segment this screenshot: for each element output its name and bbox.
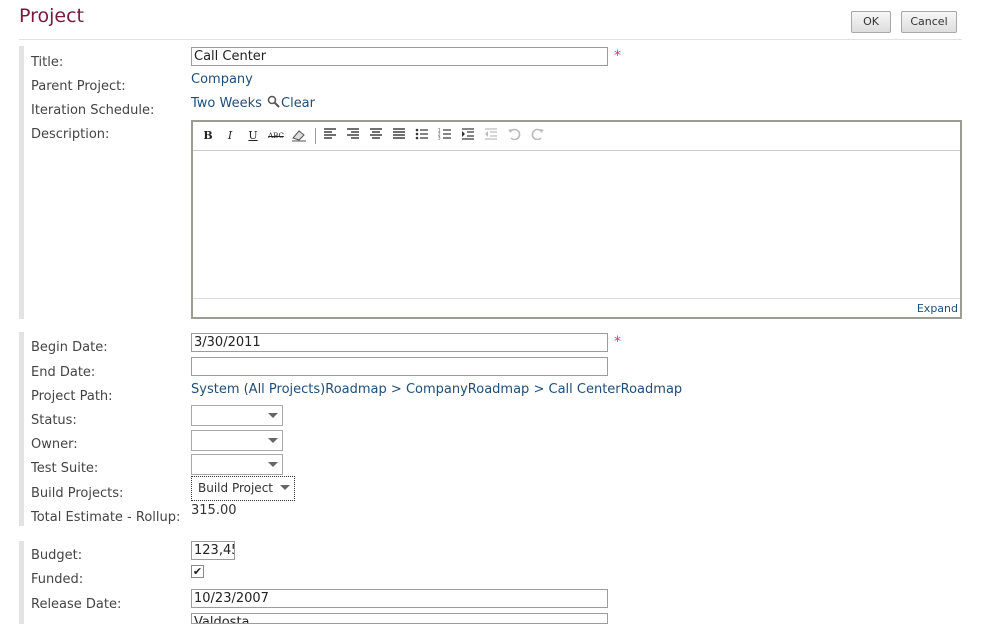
iteration-schedule-link[interactable]: Two Weeks — [191, 96, 262, 112]
end-date-input[interactable] — [191, 357, 608, 376]
underline-icon[interactable]: U — [244, 128, 262, 144]
parent-project-link[interactable]: Company — [191, 72, 253, 88]
budget-label: Budget: — [31, 548, 83, 563]
chevron-down-icon — [268, 438, 278, 443]
title-required-mark: * — [614, 48, 621, 64]
italic-icon[interactable]: I — [221, 128, 239, 144]
indent-icon[interactable] — [459, 128, 477, 144]
build-projects-label: Build Projects: — [31, 486, 124, 501]
numbered-list-icon[interactable]: 123 — [436, 128, 454, 144]
total-estimate-label: Total Estimate - Rollup: — [31, 510, 181, 525]
path-separator: > — [390, 382, 402, 397]
outdent-icon[interactable] — [482, 128, 500, 144]
align-right-icon[interactable] — [344, 128, 362, 144]
path-company-link[interactable]: CompanyRoadmap — [406, 382, 529, 397]
section-general-bar — [19, 46, 24, 319]
page-title: Project — [19, 5, 85, 27]
status-select[interactable] — [191, 405, 283, 426]
title-input[interactable]: Call Center — [191, 47, 608, 66]
search-icon[interactable] — [267, 95, 281, 109]
begin-date-input[interactable]: 3/30/2011 — [191, 333, 608, 352]
end-date-label: End Date: — [31, 365, 96, 380]
chevron-down-icon — [280, 485, 290, 490]
title-label: Title: — [31, 55, 64, 70]
description-editor[interactable]: B I U ABC 123 Expand — [191, 120, 962, 319]
path-system-link[interactable]: System (All Projects)Roadmap — [191, 382, 387, 397]
test-suite-select[interactable] — [191, 454, 283, 475]
chevron-down-icon — [268, 462, 278, 467]
chevron-down-icon — [268, 413, 278, 418]
bold-icon[interactable]: B — [199, 128, 217, 144]
funded-label: Funded: — [31, 572, 84, 587]
test-suite-label: Test Suite: — [31, 461, 99, 476]
project-path-breadcrumb: System (All Projects)Roadmap > CompanyRo… — [191, 382, 682, 398]
path-separator: > — [533, 382, 545, 397]
editor-toolbar: B I U ABC 123 — [193, 122, 960, 151]
location-input[interactable]: Valdosta — [191, 613, 608, 624]
ok-button[interactable]: OK — [851, 11, 891, 33]
begin-date-label: Begin Date: — [31, 340, 108, 355]
svg-text:3: 3 — [438, 136, 441, 141]
begin-date-required-mark: * — [614, 334, 621, 350]
release-date-input[interactable]: 10/23/2007 — [191, 589, 608, 608]
release-date-label: Release Date: — [31, 597, 122, 612]
undo-icon[interactable] — [505, 128, 523, 144]
redo-icon[interactable] — [529, 128, 547, 144]
path-callcenter-link[interactable]: Call CenterRoadmap — [549, 382, 683, 397]
cancel-button[interactable]: Cancel — [901, 11, 957, 33]
iteration-schedule-label: Iteration Schedule: — [31, 103, 155, 118]
toolbar-separator — [315, 128, 316, 144]
funded-checkbox[interactable]: ✔ — [191, 565, 204, 578]
owner-select[interactable] — [191, 430, 283, 451]
section-schedule-bar — [19, 332, 24, 526]
align-center-icon[interactable] — [367, 128, 385, 144]
bullet-list-icon[interactable] — [413, 128, 431, 144]
status-label: Status: — [31, 413, 77, 428]
project-path-label: Project Path: — [31, 389, 113, 404]
header-divider — [19, 39, 962, 40]
expand-link[interactable]: Expand — [917, 302, 958, 315]
build-projects-select[interactable]: Build Project — [191, 476, 295, 501]
strikethrough-icon[interactable]: ABC — [267, 128, 285, 144]
eraser-icon[interactable] — [290, 128, 308, 144]
editor-footer: Expand — [193, 298, 960, 317]
description-label: Description: — [31, 127, 110, 142]
build-projects-value: Build Project — [198, 481, 273, 495]
section-financial-bar — [19, 541, 24, 624]
align-left-icon[interactable] — [321, 128, 339, 144]
owner-label: Owner: — [31, 437, 78, 452]
total-estimate-value: 315.00 — [191, 503, 237, 518]
clear-link[interactable]: Clear — [281, 96, 315, 112]
justify-icon[interactable] — [390, 128, 408, 144]
budget-input[interactable]: 123,45 — [191, 541, 235, 560]
parent-project-label: Parent Project: — [31, 79, 126, 94]
